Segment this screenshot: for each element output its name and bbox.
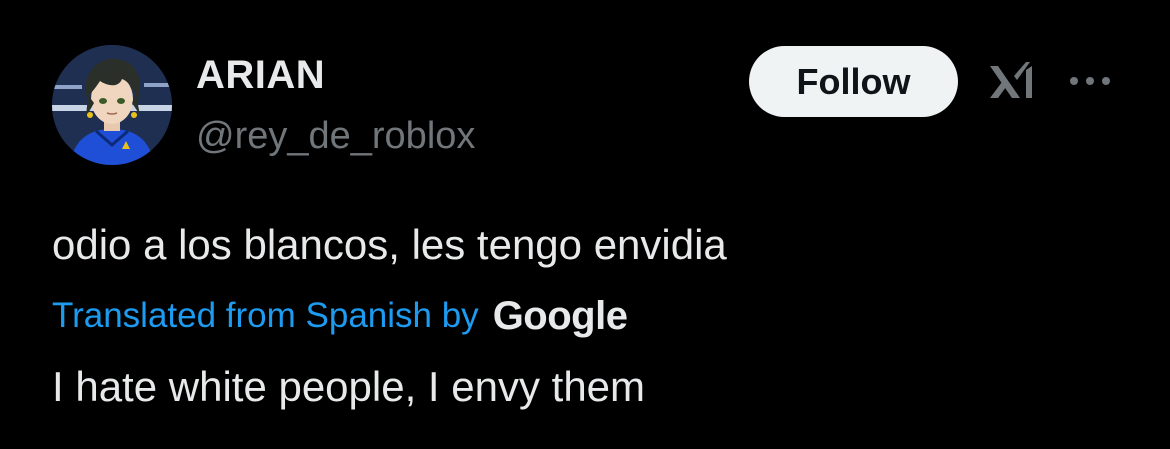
- tweet-card: ARIAN @rey_de_roblox Follow odio a los b…: [0, 0, 1170, 449]
- google-logo: Google: [492, 294, 628, 338]
- grok-icon[interactable]: [986, 56, 1038, 108]
- tweet-text: odio a los blancos, les tengo envidia: [52, 221, 727, 268]
- translated-from-link[interactable]: Translated from Spanish by: [52, 290, 479, 342]
- translation-notice: Translated from Spanish by Google: [52, 290, 628, 342]
- avatar[interactable]: [52, 45, 172, 165]
- translated-text: I hate white people, I envy them: [52, 363, 646, 410]
- avatar-image: [52, 45, 172, 165]
- more-options-icon[interactable]: [1066, 66, 1114, 96]
- follow-button[interactable]: Follow: [749, 46, 958, 117]
- display-name[interactable]: ARIAN: [196, 52, 325, 98]
- user-handle[interactable]: @rey_de_roblox: [196, 113, 475, 159]
